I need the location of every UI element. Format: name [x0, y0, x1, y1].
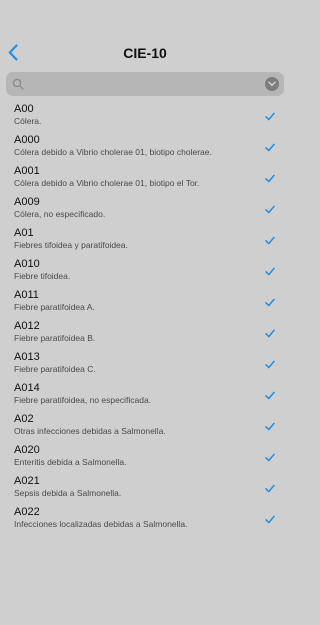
item-description: Fiebre paratifoidea A. — [14, 302, 95, 312]
list-item[interactable]: A020 Enteritis debida a Salmonella. — [0, 444, 290, 475]
list-item[interactable]: A012 Fiebre paratifoidea B. — [0, 320, 290, 351]
checkmark-icon — [265, 360, 275, 369]
item-code: A000 — [14, 134, 40, 146]
page-title: CIE-10 — [123, 45, 167, 61]
item-description: Cólera debido a Vibrio cholerae 01, biot… — [14, 178, 200, 188]
nav-bar: CIE-10 — [0, 0, 290, 62]
item-description: Fiebre paratifoidea, no especificada. — [14, 395, 152, 405]
item-description: Cólera. — [14, 116, 42, 126]
item-description: Fiebre paratifoidea C. — [14, 364, 96, 374]
list-item[interactable]: A00 Cólera. — [0, 103, 290, 134]
item-description: Fiebre tifoidea. — [14, 271, 71, 281]
item-description: Fiebres tifoidea y paratifoidea. — [14, 240, 128, 250]
filter-dropdown-button[interactable] — [265, 77, 279, 91]
chevron-down-icon — [268, 81, 276, 87]
search-bar — [6, 72, 284, 96]
checkmark-icon — [265, 453, 275, 462]
item-code: A001 — [14, 165, 40, 177]
checkmark-icon — [265, 515, 275, 524]
list-item[interactable]: A014 Fiebre paratifoidea, no especificad… — [0, 382, 290, 413]
item-description: Infecciones localizadas debidas a Salmon… — [14, 519, 188, 529]
checkmark-icon — [265, 112, 275, 121]
item-description: Fiebre paratifoidea B. — [14, 333, 96, 343]
checkmark-icon — [265, 205, 275, 214]
item-code: A021 — [14, 475, 40, 487]
checkmark-icon — [265, 484, 275, 493]
item-code: A011 — [14, 289, 39, 301]
item-description: Cólera debido a Vibrio cholerae 01, biot… — [14, 147, 212, 157]
list-item[interactable]: A009 Cólera, no especificado. — [0, 196, 290, 227]
item-code: A009 — [14, 196, 40, 208]
search-icon — [12, 78, 24, 90]
item-code: A010 — [14, 258, 40, 270]
list-item[interactable]: A000 Cólera debido a Vibrio cholerae 01,… — [0, 134, 290, 165]
checkmark-icon — [265, 298, 275, 307]
code-list: A00 Cólera. A000 Cólera debido a Vibrio … — [0, 103, 290, 537]
item-code: A012 — [14, 320, 40, 332]
item-code: A022 — [14, 506, 40, 518]
item-description: Enteritis debida a Salmonella. — [14, 457, 127, 467]
checkmark-icon — [265, 236, 275, 245]
item-description: Cólera, no especificado. — [14, 209, 106, 219]
list-item[interactable]: A01 Fiebres tifoidea y paratifoidea. — [0, 227, 290, 258]
item-description: Otras infecciones debidas a Salmonella. — [14, 426, 166, 436]
item-code: A014 — [14, 382, 40, 394]
list-item[interactable]: A021 Sepsis debida a Salmonella. — [0, 475, 290, 506]
item-code: A00 — [14, 103, 34, 115]
list-item[interactable]: A011 Fiebre paratifoidea A. — [0, 289, 290, 320]
list-item[interactable]: A02 Otras infecciones debidas a Salmonel… — [0, 413, 290, 444]
list-item[interactable]: A022 Infecciones localizadas debidas a S… — [0, 506, 290, 537]
search-input[interactable] — [28, 75, 258, 93]
checkmark-icon — [265, 391, 275, 400]
checkmark-icon — [265, 143, 275, 152]
checkmark-icon — [265, 174, 275, 183]
checkmark-icon — [265, 267, 275, 276]
item-code: A013 — [14, 351, 40, 363]
item-code: A020 — [14, 444, 40, 456]
checkmark-icon — [265, 422, 275, 431]
list-item[interactable]: A013 Fiebre paratifoidea C. — [0, 351, 290, 382]
item-description: Sepsis debida a Salmonella. — [14, 488, 122, 498]
item-code: A02 — [14, 413, 34, 425]
list-item[interactable]: A001 Cólera debido a Vibrio cholerae 01,… — [0, 165, 290, 196]
checkmark-icon — [265, 329, 275, 338]
item-code: A01 — [14, 227, 34, 239]
list-item[interactable]: A010 Fiebre tifoidea. — [0, 258, 290, 289]
